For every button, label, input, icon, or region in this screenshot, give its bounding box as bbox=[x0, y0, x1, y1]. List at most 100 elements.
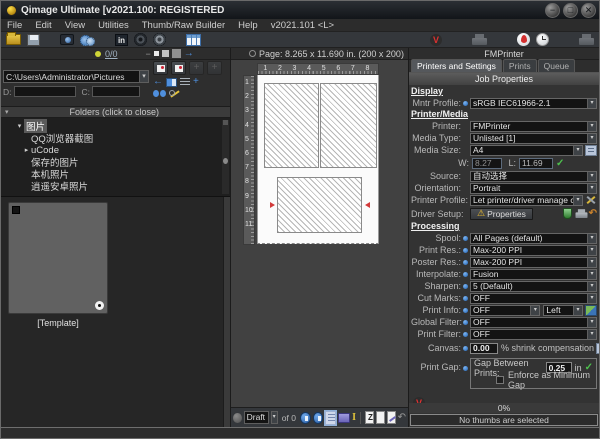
info-icon[interactable]: I bbox=[352, 412, 356, 423]
profile-tools-icon[interactable] bbox=[585, 195, 597, 206]
layout-folder-icon[interactable] bbox=[338, 413, 350, 423]
page-sheet[interactable] bbox=[257, 75, 379, 244]
dropdown-icon[interactable]: ▾ bbox=[139, 71, 148, 82]
dropdown-icon[interactable]: ▾ bbox=[587, 294, 596, 303]
printer-profile-select[interactable]: Let printer/driver manage color ▾ bbox=[470, 195, 583, 206]
sleep-page-icon[interactable] bbox=[365, 411, 374, 424]
printer-select[interactable]: FMPrinter ▾ bbox=[470, 121, 597, 132]
print-queue-icon[interactable] bbox=[472, 34, 487, 46]
print-cell-3[interactable] bbox=[277, 177, 362, 233]
print-cell-1[interactable] bbox=[264, 83, 319, 168]
dropdown-icon[interactable]: ▾ bbox=[587, 282, 596, 291]
folder-label[interactable]: QQ浏览器截图 bbox=[31, 131, 93, 145]
album-icon[interactable] bbox=[166, 78, 177, 87]
new-page-icon[interactable] bbox=[376, 411, 385, 424]
c-filter-input[interactable] bbox=[92, 86, 140, 97]
dropdown-icon[interactable]: ▾ bbox=[587, 234, 596, 243]
printer-small-icon[interactable] bbox=[575, 209, 587, 219]
dropdown-icon[interactable]: ▾ bbox=[587, 246, 596, 255]
thumb-checkbox[interactable] bbox=[12, 206, 20, 214]
edit-page-icon[interactable] bbox=[387, 411, 396, 424]
tab-printers-and-settings[interactable]: Printers and Settings bbox=[411, 59, 502, 72]
dropdown-icon[interactable]: ▾ bbox=[530, 306, 539, 315]
save-icon[interactable] bbox=[27, 34, 40, 46]
history-clock-icon[interactable] bbox=[536, 33, 549, 46]
option-dot-icon[interactable] bbox=[463, 296, 468, 301]
tree-item-android-photos[interactable]: 逍遥安卓照片 bbox=[1, 180, 230, 192]
thumb-zoom-icon[interactable] bbox=[95, 301, 104, 310]
path-combobox[interactable]: C:\Users\Administrator\Pictures ▾ bbox=[3, 70, 149, 83]
menu-file[interactable]: File bbox=[7, 20, 22, 31]
add-folder-icon[interactable]: + bbox=[193, 77, 199, 87]
option-dot-icon[interactable] bbox=[463, 101, 468, 106]
media-size-select[interactable]: A4 ▾ bbox=[470, 145, 583, 156]
dropdown-icon[interactable]: ▾ bbox=[587, 172, 596, 181]
thumbs-scrollbar[interactable] bbox=[223, 197, 230, 427]
menu-thumb-raw-builder[interactable]: Thumb/Raw Builder bbox=[142, 20, 225, 31]
camera-icon[interactable] bbox=[60, 34, 74, 45]
quality-select[interactable]: Draft bbox=[244, 411, 269, 424]
d-filter-input[interactable] bbox=[14, 86, 76, 97]
ink-level-icon[interactable] bbox=[517, 33, 530, 46]
size-large-icon[interactable] bbox=[172, 49, 181, 58]
option-dot-icon[interactable] bbox=[463, 272, 468, 277]
dropdown-icon[interactable]: ▾ bbox=[573, 196, 582, 205]
dropdown-icon[interactable]: ▾ bbox=[587, 258, 596, 267]
tree-scrollbar[interactable] bbox=[222, 120, 229, 194]
page-options-icon[interactable] bbox=[233, 413, 242, 423]
in-badge-icon[interactable]: in bbox=[115, 34, 128, 46]
maximize-button[interactable]: □ bbox=[563, 3, 578, 18]
dropdown-icon[interactable]: ▾ bbox=[587, 99, 596, 108]
refresh-icon[interactable]: ↶ bbox=[398, 413, 406, 423]
image-view-2-button[interactable] bbox=[171, 61, 186, 75]
collapse-icon[interactable]: ▾ bbox=[5, 108, 9, 116]
option-dot-icon[interactable] bbox=[463, 284, 468, 289]
print-cell-2[interactable] bbox=[320, 83, 377, 168]
canvas-note-icon[interactable] bbox=[596, 343, 599, 354]
global-filter-select[interactable]: OFF ▾ bbox=[470, 317, 597, 328]
size-arrow-icon[interactable]: → bbox=[184, 50, 194, 58]
option-dot-icon[interactable] bbox=[463, 308, 468, 313]
menu-edit[interactable]: Edit bbox=[35, 20, 51, 31]
option-dot-icon[interactable] bbox=[463, 248, 468, 253]
print-res-select[interactable]: Max-200 PPI ▾ bbox=[470, 245, 597, 256]
folders-header-bar[interactable]: ▾ Folders (click to close) bbox=[1, 106, 230, 118]
print-list-icon[interactable] bbox=[325, 411, 336, 425]
image-view-button[interactable] bbox=[153, 61, 168, 75]
size-small-icon[interactable] bbox=[154, 51, 159, 56]
expand-icon[interactable]: ▾ bbox=[15, 122, 24, 130]
print-filter-select[interactable]: OFF ▾ bbox=[470, 329, 597, 340]
thumb-size-selector[interactable]: − → bbox=[146, 49, 194, 59]
dropdown-icon[interactable]: ▾ bbox=[587, 318, 596, 327]
menu-utilities[interactable]: Utilities bbox=[98, 20, 129, 31]
tab-queue[interactable]: Queue bbox=[538, 59, 576, 72]
size-medium-icon[interactable] bbox=[162, 50, 169, 57]
dropdown-icon[interactable]: ▾ bbox=[573, 146, 582, 155]
option-dot-icon[interactable] bbox=[463, 366, 468, 371]
print-info-select[interactable]: OFF ▾ bbox=[470, 305, 540, 316]
interpolate-select[interactable]: Fusion ▾ bbox=[470, 269, 597, 280]
table-grid-icon[interactable] bbox=[186, 34, 201, 46]
mntr-profile-select[interactable]: sRGB IEC61966-2.1 ▾ bbox=[470, 98, 597, 109]
width-input[interactable] bbox=[472, 158, 502, 169]
menu-view[interactable]: View bbox=[65, 20, 85, 31]
media-type-select[interactable]: Unlisted [1] ▾ bbox=[470, 133, 597, 144]
print-info-photo-icon[interactable] bbox=[585, 305, 597, 316]
dropdown-icon[interactable]: ▾ bbox=[587, 122, 596, 131]
prev-page-icon[interactable] bbox=[300, 412, 311, 424]
tab-prints[interactable]: Prints bbox=[503, 59, 537, 72]
close-button[interactable]: ✕ bbox=[581, 3, 596, 18]
tree-item-qq-screenshots[interactable]: QQ浏览器截图 bbox=[1, 132, 230, 144]
dropdown-icon[interactable]: ▾ bbox=[587, 270, 596, 279]
dropdown-icon[interactable]: ▾ bbox=[573, 306, 582, 315]
template-thumbnail[interactable] bbox=[8, 202, 108, 314]
dropdown-icon[interactable]: ▾ bbox=[271, 411, 278, 424]
tools-wrench-icon[interactable] bbox=[169, 89, 181, 99]
sharpen-select[interactable]: 5 (Default) ▾ bbox=[470, 281, 597, 292]
orientation-select[interactable]: Portrait ▾ bbox=[470, 183, 597, 194]
menu-help[interactable]: Help bbox=[238, 20, 258, 31]
driver-properties-button[interactable]: ⚠ Properties bbox=[470, 208, 533, 220]
folder-label[interactable]: uCode bbox=[31, 145, 59, 156]
option-dot-icon[interactable] bbox=[463, 332, 468, 337]
poster-res-select[interactable]: Max-200 PPI ▾ bbox=[470, 257, 597, 268]
